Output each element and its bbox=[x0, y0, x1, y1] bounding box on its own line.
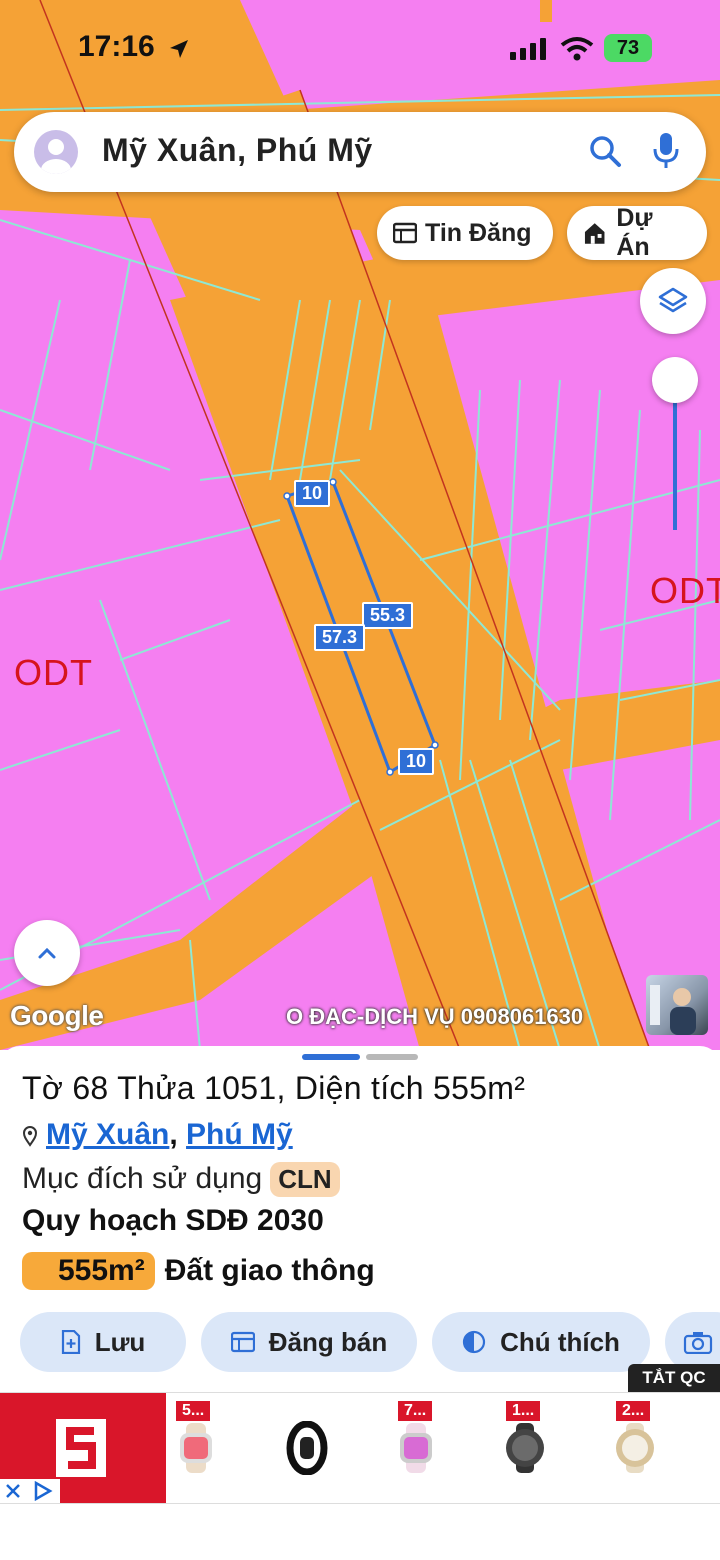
layers-icon bbox=[658, 287, 688, 313]
listings-button[interactable]: Tin Đăng bbox=[377, 206, 553, 260]
sheet-page-indicator-active[interactable] bbox=[302, 1054, 360, 1060]
signal-icon bbox=[510, 38, 546, 60]
ad-product-5[interactable]: 2... bbox=[610, 1393, 710, 1503]
purpose-code-badge: CLN bbox=[270, 1162, 340, 1197]
search-input[interactable]: Mỹ Xuân, Phú Mỹ bbox=[102, 132, 373, 169]
round-smartwatch-icon bbox=[616, 1423, 654, 1473]
projects-label: Dự Án bbox=[616, 204, 653, 261]
adchoices-icon[interactable] bbox=[32, 1481, 54, 1501]
clock: 17:16 bbox=[78, 30, 155, 63]
plan-title: Quy hoạch SDĐ 2030 bbox=[22, 1204, 324, 1237]
calendar-icon bbox=[230, 1331, 255, 1353]
dimension-right: 55.3 bbox=[362, 602, 414, 629]
location-pin-icon bbox=[22, 1126, 38, 1147]
chevron-up-icon bbox=[38, 947, 56, 959]
file-add-icon bbox=[61, 1330, 80, 1354]
search-icon[interactable] bbox=[588, 134, 622, 168]
purpose-label: Mục đích sử dụng bbox=[22, 1162, 263, 1195]
location-separator: , bbox=[169, 1118, 178, 1151]
fitness-band-icon bbox=[286, 1421, 328, 1475]
brand-s-icon bbox=[56, 1419, 106, 1477]
watermark-text: O ĐẠC-DỊCH VỤ 0908061630 bbox=[286, 1004, 584, 1029]
battery-indicator: 73 bbox=[604, 34, 652, 62]
post-label: Đăng bán bbox=[268, 1326, 388, 1357]
location-town-link[interactable]: Phú Mỹ bbox=[186, 1118, 293, 1151]
ad-controls[interactable] bbox=[0, 1479, 60, 1503]
hide-ads-button[interactable]: TẮT QC bbox=[628, 1364, 720, 1392]
close-icon[interactable] bbox=[4, 1482, 22, 1500]
smartwatch-icon bbox=[180, 1423, 212, 1473]
layers-button[interactable] bbox=[640, 268, 706, 334]
dimension-bottom: 10 bbox=[398, 748, 435, 775]
land-use-purpose: Mục đích sử dụng CLN bbox=[22, 1162, 340, 1197]
listings-label: Tin Đăng bbox=[425, 218, 532, 247]
contrast-icon bbox=[462, 1330, 486, 1354]
battery-level: 73 bbox=[616, 37, 640, 59]
location-arrow-icon bbox=[170, 40, 188, 58]
wifi-icon bbox=[560, 37, 594, 61]
ad-price-tag: 1... bbox=[506, 1401, 541, 1421]
ad-banner[interactable]: 5... 7... 1... 2... bbox=[0, 1392, 720, 1504]
expand-button[interactable] bbox=[14, 920, 80, 986]
save-button[interactable]: Lưu bbox=[20, 1312, 186, 1372]
map-view[interactable]: 17:16 73 Mỹ Xuân, Phú Mỹ Tin Đăng Dự Án … bbox=[0, 0, 720, 1050]
dimension-top: 10 bbox=[294, 480, 331, 507]
action-bar: Lưu Đăng bán Chú thích bbox=[0, 1312, 720, 1374]
location-commune-link[interactable]: Mỹ Xuân bbox=[46, 1118, 169, 1151]
dimension-left: 57.3 bbox=[314, 624, 366, 651]
ad-price-tag: 2... bbox=[616, 1401, 651, 1421]
zoom-slider-track[interactable] bbox=[673, 400, 677, 530]
building-icon bbox=[584, 223, 605, 244]
camera-button[interactable] bbox=[665, 1312, 720, 1372]
post-for-sale-button[interactable]: Đăng bán bbox=[201, 1312, 417, 1372]
user-icon bbox=[41, 139, 71, 174]
watermark-photo bbox=[646, 975, 708, 1035]
person-photo bbox=[650, 985, 696, 1035]
ad-price-tag: 5... bbox=[176, 1401, 211, 1421]
plan-area-badge: 555m² bbox=[22, 1252, 155, 1290]
search-bar[interactable]: Mỹ Xuân, Phú Mỹ bbox=[14, 112, 706, 192]
parcel-info-sheet[interactable]: Tờ 68 Thửa 1051, Diện tích 555m² Mỹ Xuân… bbox=[0, 1046, 720, 1560]
legend-button[interactable]: Chú thích bbox=[432, 1312, 650, 1372]
projects-button[interactable]: Dự Án bbox=[567, 204, 707, 261]
parcel-location: Mỹ Xuân, Phú Mỹ bbox=[22, 1118, 293, 1152]
round-smartwatch-icon bbox=[506, 1423, 544, 1473]
zone-label-right: ODT bbox=[650, 570, 720, 611]
save-label: Lưu bbox=[94, 1326, 146, 1357]
google-logo: Google bbox=[10, 1000, 104, 1031]
plan-use: Đất giao thông bbox=[164, 1254, 375, 1287]
ad-product-3[interactable]: 7... bbox=[392, 1393, 492, 1503]
microphone-icon[interactable] bbox=[652, 132, 680, 170]
plan-row: 555m² Đất giao thông bbox=[22, 1252, 375, 1290]
ad-product-4[interactable]: 1... bbox=[500, 1393, 600, 1503]
calendar-icon bbox=[393, 222, 417, 244]
zone-label-left: ODT bbox=[14, 652, 93, 693]
legend-label: Chú thích bbox=[500, 1326, 620, 1357]
ad-product-2[interactable] bbox=[280, 1393, 380, 1503]
sheet-page-indicator[interactable] bbox=[366, 1054, 418, 1060]
camera-icon bbox=[683, 1332, 713, 1354]
avatar[interactable] bbox=[34, 130, 78, 174]
zoom-slider-handle[interactable] bbox=[652, 357, 698, 403]
ad-price-tag: 7... bbox=[398, 1401, 433, 1421]
smartwatch-icon bbox=[400, 1423, 432, 1473]
parcel-title: Tờ 68 Thửa 1051, Diện tích 555m² bbox=[22, 1070, 526, 1106]
status-bar: 17:16 73 bbox=[0, 0, 720, 100]
ad-product-1[interactable]: 5... bbox=[170, 1393, 270, 1503]
